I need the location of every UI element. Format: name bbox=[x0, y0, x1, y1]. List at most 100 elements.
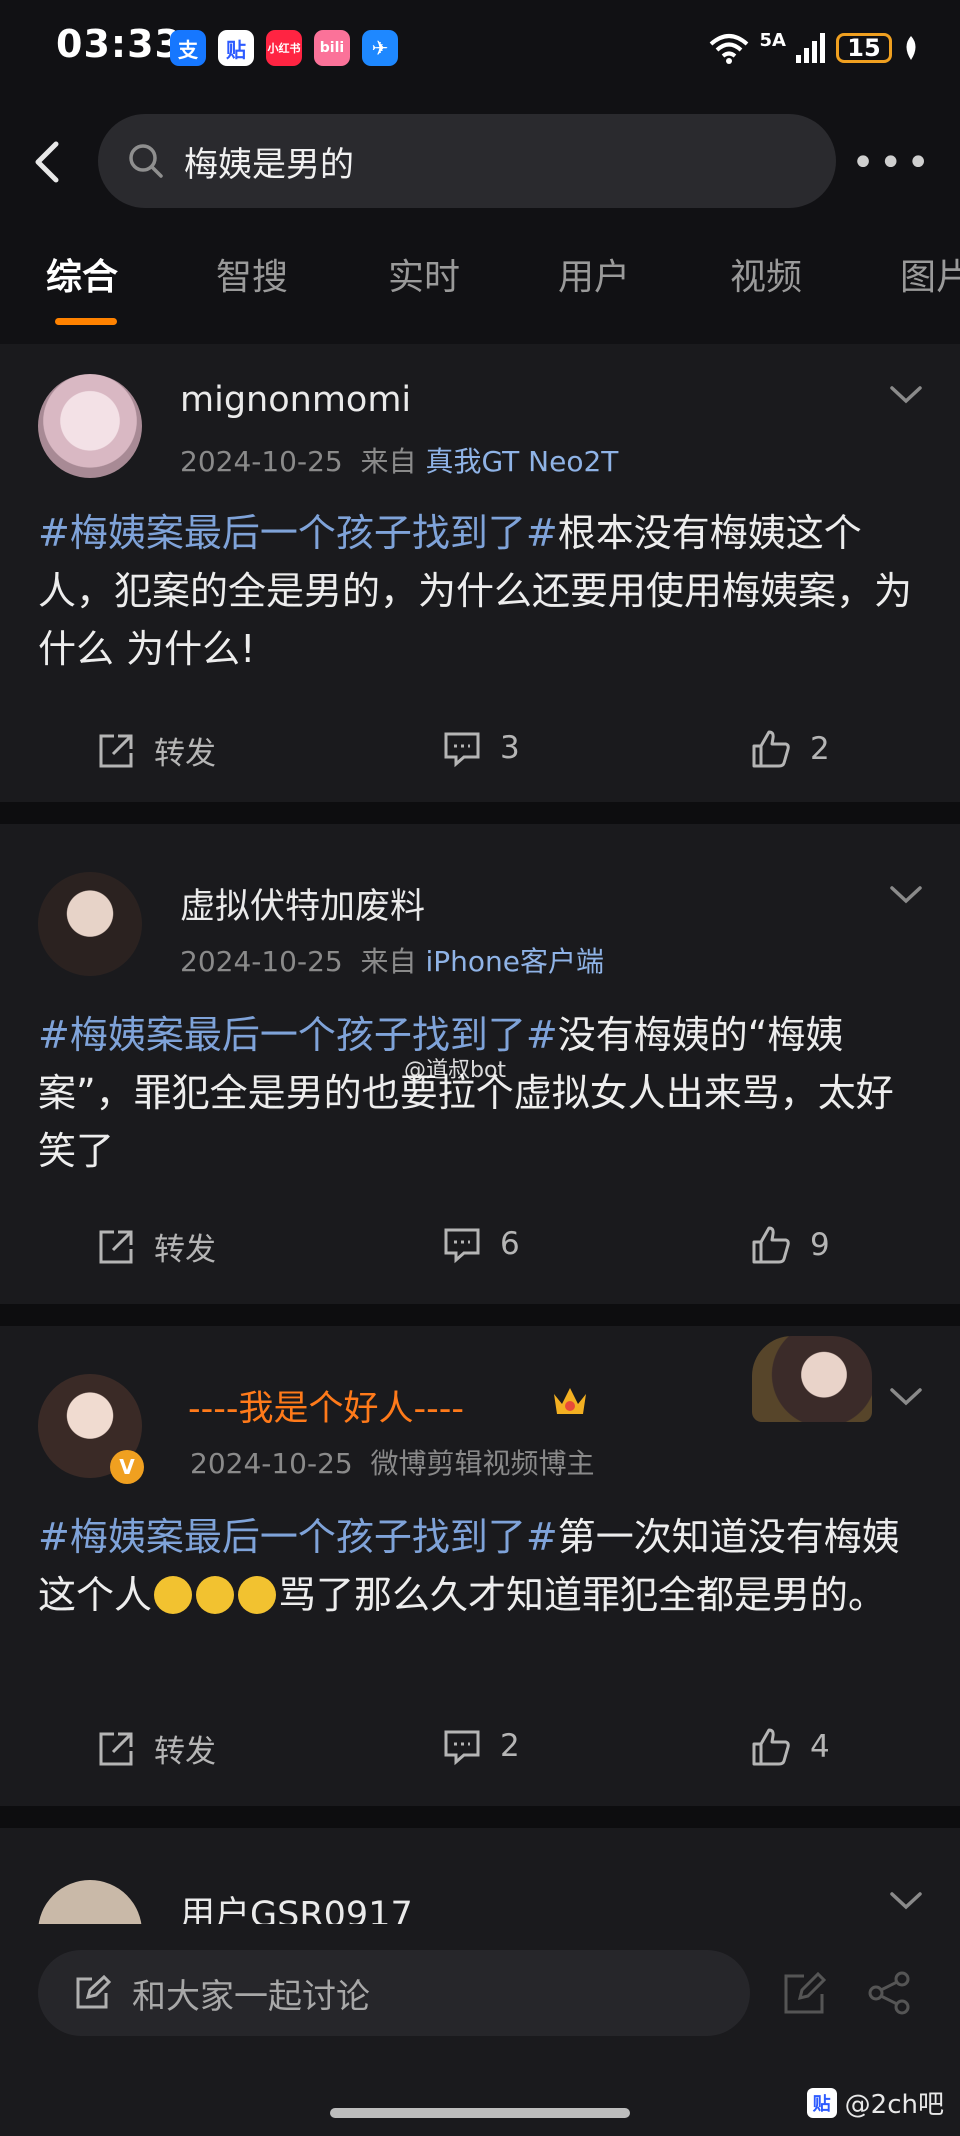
repost-label: 转发 bbox=[154, 736, 216, 772]
tab-bar: 综合 智搜 实时 用户 视频 图片 bbox=[0, 248, 960, 328]
comment-button[interactable]: 3 bbox=[442, 728, 520, 768]
thumbs-up-icon bbox=[752, 730, 790, 768]
like-button[interactable]: 4 bbox=[750, 1726, 830, 1768]
repost-button[interactable]: 转发 bbox=[96, 1224, 216, 1269]
post-date: 2024-10-25 bbox=[180, 445, 343, 478]
tieba-logo-icon: 贴 bbox=[806, 2087, 837, 2118]
search-icon bbox=[129, 144, 163, 178]
chevron-down-icon[interactable] bbox=[888, 1890, 924, 1912]
active-tab-indicator bbox=[55, 318, 117, 325]
tab-realtime[interactable]: 实时 bbox=[388, 248, 460, 300]
chevron-down-icon[interactable] bbox=[888, 384, 924, 406]
post-date: 2024-10-25 bbox=[180, 945, 343, 978]
like-count: 9 bbox=[810, 1227, 830, 1263]
watermark-text: @2ch吧 bbox=[844, 2090, 944, 2120]
battery-icon: 15 bbox=[836, 33, 892, 63]
signal-icon bbox=[796, 33, 825, 63]
post-from-label: 来自 bbox=[360, 445, 417, 478]
share-icon bbox=[99, 1230, 133, 1263]
decoration-card-image bbox=[752, 1336, 872, 1422]
status-time: 03:33 bbox=[56, 22, 182, 66]
post-source: 微博剪辑视频博主 bbox=[370, 1447, 595, 1480]
xiaohongshu-icon: 小红书 bbox=[266, 30, 302, 66]
status-indicators: 5A 15 bbox=[708, 28, 920, 68]
avatar[interactable] bbox=[38, 374, 142, 478]
post-card[interactable]: 虚拟伏特加废料 2024-10-25 来自 iPhone客户端 #梅姨案最后一个… bbox=[0, 824, 960, 1304]
crown-badge-icon bbox=[554, 1388, 586, 1414]
tab-videos[interactable]: 视频 bbox=[730, 248, 802, 300]
back-arrow-icon[interactable] bbox=[26, 138, 74, 186]
post-text: #梅姨案最后一个孩子找到了#没有梅姨的“梅姨案”，罪犯全是男的也要拉个虚拟女人出… bbox=[38, 1006, 922, 1180]
hashtag-link[interactable]: #梅姨案最后一个孩子找到了# bbox=[38, 1515, 558, 1559]
thumbs-up-icon bbox=[752, 1226, 790, 1264]
post-meta: 2024-10-25 微博剪辑视频博主 bbox=[190, 1442, 595, 1482]
image-watermark: @道叔bot bbox=[404, 1058, 507, 1083]
verified-badge-icon: V bbox=[110, 1450, 144, 1484]
comment-input[interactable]: 和大家一起讨论 bbox=[38, 1950, 750, 2036]
edit-icon bbox=[76, 1974, 112, 2009]
hashtag-link[interactable]: #梅姨案最后一个孩子找到了# bbox=[38, 511, 558, 555]
tieba-icon: 贴 bbox=[218, 30, 254, 66]
like-button[interactable]: 9 bbox=[750, 1224, 830, 1266]
home-indicator[interactable] bbox=[330, 2108, 630, 2118]
alipay-icon: 支 bbox=[170, 30, 206, 66]
share-network-icon[interactable] bbox=[864, 1968, 914, 2018]
shush-emoji-icon bbox=[154, 1576, 193, 1614]
feather-app-icon: ✈ bbox=[362, 30, 398, 66]
tab-smart-search[interactable]: 智搜 bbox=[216, 248, 288, 300]
repost-label: 转发 bbox=[154, 1232, 216, 1268]
comment-icon bbox=[444, 732, 480, 768]
share-icon bbox=[99, 734, 133, 767]
network-type: 5A bbox=[759, 29, 786, 51]
post-date: 2024-10-25 bbox=[190, 1447, 353, 1480]
wifi-icon bbox=[709, 34, 748, 64]
post-meta: 2024-10-25 来自 iPhone客户端 bbox=[180, 940, 604, 980]
repost-button[interactable]: 转发 bbox=[96, 728, 216, 773]
search-query-text: 梅姨是男的 bbox=[184, 144, 354, 185]
chevron-down-icon[interactable] bbox=[888, 1386, 924, 1408]
comment-count: 3 bbox=[500, 730, 520, 766]
comment-icon bbox=[444, 1228, 480, 1264]
post-meta: 2024-10-25 来自 真我GT Neo2T bbox=[180, 440, 618, 480]
post-source[interactable]: 真我GT Neo2T bbox=[425, 445, 618, 478]
tab-comprehensive[interactable]: 综合 bbox=[46, 248, 118, 300]
comment-count: 2 bbox=[500, 1728, 520, 1764]
post-body-text: 骂了那么久才知道罪犯全都是男的。 bbox=[278, 1573, 887, 1617]
avatar[interactable] bbox=[38, 872, 142, 976]
like-count: 2 bbox=[810, 731, 830, 767]
share-icon bbox=[99, 1732, 133, 1765]
post-username[interactable]: 虚拟伏特加废料 bbox=[180, 878, 425, 929]
post-text: #梅姨案最后一个孩子找到了#第一次知道没有梅姨这个人 骂了那么久才知道罪犯全都是男… bbox=[38, 1508, 922, 1624]
leaf-icon bbox=[906, 36, 916, 60]
like-button[interactable]: 2 bbox=[750, 728, 830, 770]
comment-placeholder: 和大家一起讨论 bbox=[132, 1976, 370, 2017]
hashtag-link[interactable]: #梅姨案最后一个孩子找到了# bbox=[38, 1013, 558, 1057]
post-card[interactable]: V ----我是个好人---- 2024-10-25 微博剪辑视频博主 #梅姨案… bbox=[0, 1326, 960, 1806]
post-username[interactable]: ----我是个好人---- bbox=[188, 1380, 464, 1431]
chevron-down-icon[interactable] bbox=[888, 884, 924, 906]
post-actions: 转发 2 4 bbox=[0, 1726, 960, 1786]
more-options-icon[interactable]: ••• bbox=[851, 140, 934, 186]
shush-emoji-icon bbox=[196, 1576, 235, 1614]
post-text: #梅姨案最后一个孩子找到了#根本没有梅姨这个人，犯案的全是男的，为什么还要用使用… bbox=[38, 504, 922, 678]
like-count: 4 bbox=[810, 1729, 830, 1765]
post-username[interactable]: mignonmomi bbox=[180, 380, 411, 420]
tab-images[interactable]: 图片 bbox=[900, 248, 960, 300]
tab-users[interactable]: 用户 bbox=[558, 248, 630, 300]
post-actions: 转发 6 9 bbox=[0, 1224, 960, 1284]
repost-label: 转发 bbox=[154, 1734, 216, 1770]
post-source[interactable]: iPhone客户端 bbox=[425, 945, 604, 978]
comment-icon bbox=[444, 1730, 480, 1766]
compose-icon[interactable] bbox=[780, 1970, 828, 2018]
thumbs-up-icon bbox=[752, 1728, 790, 1766]
search-input[interactable]: 梅姨是男的 bbox=[98, 114, 836, 208]
post-actions: 转发 3 2 bbox=[0, 728, 960, 788]
comment-count: 6 bbox=[500, 1226, 520, 1262]
bilibili-icon: bili bbox=[314, 30, 350, 66]
watermark: 贴 @2ch吧 bbox=[806, 2084, 944, 2121]
comment-button[interactable]: 6 bbox=[442, 1224, 520, 1264]
comment-button[interactable]: 2 bbox=[442, 1726, 520, 1766]
post-from-label: 来自 bbox=[360, 945, 417, 978]
post-card[interactable]: mignonmomi 2024-10-25 来自 真我GT Neo2T #梅姨案… bbox=[0, 344, 960, 802]
repost-button[interactable]: 转发 bbox=[96, 1726, 216, 1771]
